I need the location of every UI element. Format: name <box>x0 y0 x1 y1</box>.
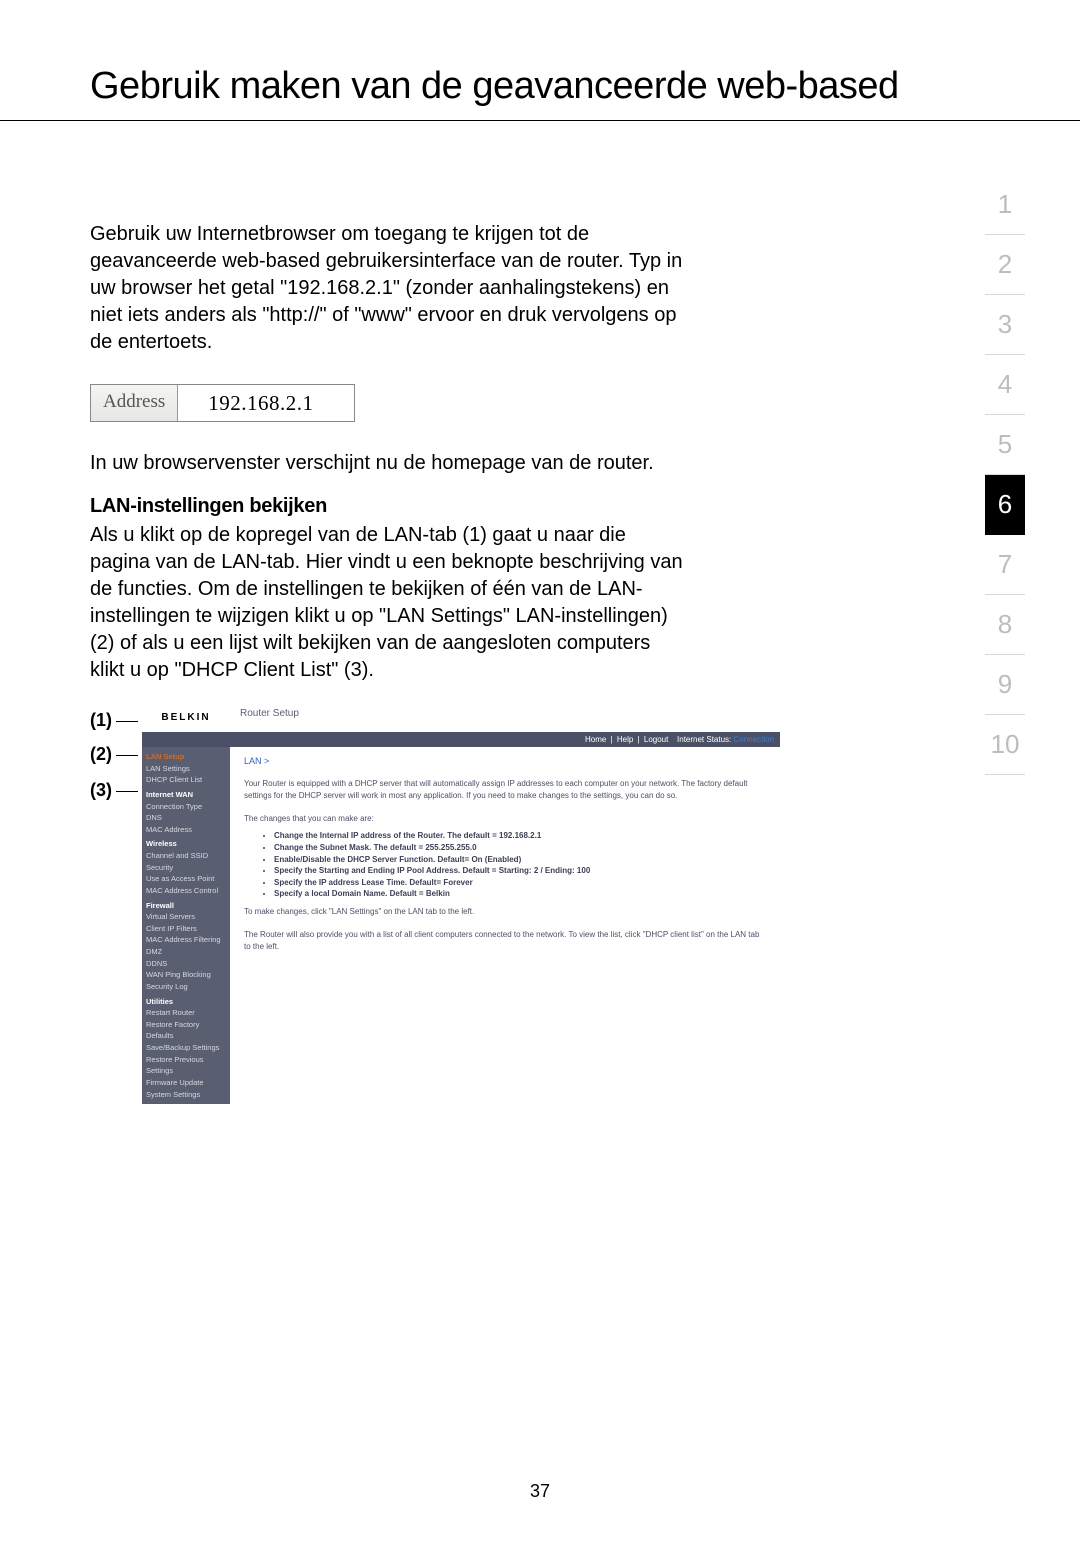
lan-subheading: LAN-instellingen bekijken <box>90 495 690 518</box>
sb-lan-settings[interactable]: LAN Settings <box>146 763 226 775</box>
router-topbar: Home | Help | Logout Internet Status: Co… <box>142 732 780 747</box>
sb-conn-type[interactable]: Connection Type <box>146 801 226 813</box>
router-main: LAN > Your Router is equipped with a DHC… <box>230 747 780 1104</box>
nav-1[interactable]: 1 <box>985 175 1025 235</box>
sb-security[interactable]: Security <box>146 862 226 874</box>
page-number: 37 <box>0 1481 1080 1502</box>
callout-1: (1) <box>90 710 138 731</box>
router-desc1: Your Router is equipped with a DHCP serv… <box>244 778 766 801</box>
bullet-2: Change the Subnet Mask. The default = 25… <box>274 842 766 854</box>
sb-wireless[interactable]: Wireless <box>146 838 226 850</box>
callout-2: (2) <box>90 744 138 765</box>
bullet-3: Enable/Disable the DHCP Server Function.… <box>274 854 766 866</box>
router-logo: BELKIN <box>142 702 230 732</box>
intro-paragraph: Gebruik uw Internetbrowser om toegang te… <box>90 221 690 356</box>
topbar-help[interactable]: Help <box>617 735 633 744</box>
bullet-4: Specify the Starting and Ending IP Pool … <box>274 865 766 877</box>
sb-restore[interactable]: Restore Factory Defaults <box>146 1019 226 1042</box>
sb-utilities[interactable]: Utilities <box>146 996 226 1008</box>
bullet-6: Specify a local Domain Name. Default = B… <box>274 888 766 900</box>
router-desc4: The Router will also provide you with a … <box>244 929 766 952</box>
bullet-1: Change the Internal IP address of the Ro… <box>274 830 766 842</box>
router-sidebar: LAN Setup LAN Settings DHCP Client List … <box>142 747 230 1104</box>
nav-2[interactable]: 2 <box>985 235 1025 295</box>
sb-ddns[interactable]: DDNS <box>146 958 226 970</box>
router-breadcrumb[interactable]: LAN > <box>244 755 766 768</box>
sb-save[interactable]: Save/Backup Settings <box>146 1042 226 1054</box>
sb-sys[interactable]: System Settings <box>146 1089 226 1101</box>
nav-7[interactable]: 7 <box>985 535 1025 595</box>
sb-chan-ssid[interactable]: Channel and SSID <box>146 850 226 862</box>
sb-mac[interactable]: MAC Address <box>146 824 226 836</box>
nav-4[interactable]: 4 <box>985 355 1025 415</box>
sb-dhcp-list[interactable]: DHCP Client List <box>146 774 226 786</box>
sb-internet-wan[interactable]: Internet WAN <box>146 789 226 801</box>
sb-prev[interactable]: Restore Previous Settings <box>146 1054 226 1077</box>
sb-fw[interactable]: Firmware Update <box>146 1077 226 1089</box>
section-nav: 1 2 3 4 5 6 7 8 9 10 <box>985 175 1025 775</box>
router-setup-title: Router Setup <box>230 702 780 732</box>
main-content: Gebruik uw Internetbrowser om toegang te… <box>0 121 780 1104</box>
topbar-status-value: Connection <box>734 735 774 744</box>
nav-5[interactable]: 5 <box>985 415 1025 475</box>
nav-10[interactable]: 10 <box>985 715 1025 775</box>
sb-virt[interactable]: Virtual Servers <box>146 911 226 923</box>
page-title: Gebruik maken van de geavanceerde web-ba… <box>0 0 1080 121</box>
callout-3: (3) <box>90 780 138 801</box>
sb-dmz[interactable]: DMZ <box>146 946 226 958</box>
router-screenshot: (1) (2) (3) BELKIN Router Setup Home | H… <box>90 702 780 1104</box>
router-ui: BELKIN Router Setup Home | Help | Logout… <box>142 702 780 1104</box>
sb-firewall[interactable]: Firewall <box>146 900 226 912</box>
nav-6[interactable]: 6 <box>985 475 1025 535</box>
after-address-text: In uw browservenster verschijnt nu de ho… <box>90 450 690 477</box>
nav-9[interactable]: 9 <box>985 655 1025 715</box>
sb-restart[interactable]: Restart Router <box>146 1007 226 1019</box>
nav-8[interactable]: 8 <box>985 595 1025 655</box>
sb-lan-setup[interactable]: LAN Setup <box>146 751 226 763</box>
lan-paragraph: Als u klikt op de kopregel van de LAN-ta… <box>90 522 690 684</box>
sb-client-ip[interactable]: Client IP Filters <box>146 923 226 935</box>
sb-dns[interactable]: DNS <box>146 812 226 824</box>
router-bullets: Change the Internal IP address of the Ro… <box>274 830 766 900</box>
sb-wan-ping[interactable]: WAN Ping Blocking <box>146 969 226 981</box>
address-value: 192.168.2.1 <box>178 385 353 421</box>
topbar-home[interactable]: Home <box>585 735 606 744</box>
router-desc3: To make changes, click "LAN Settings" on… <box>244 906 766 918</box>
bullet-5: Specify the IP address Lease Time. Defau… <box>274 877 766 889</box>
sb-use-ap[interactable]: Use as Access Point <box>146 873 226 885</box>
address-bar: Address 192.168.2.1 <box>90 384 355 422</box>
sb-mac-filter[interactable]: MAC Address Filtering <box>146 934 226 946</box>
nav-3[interactable]: 3 <box>985 295 1025 355</box>
sb-sec-log[interactable]: Security Log <box>146 981 226 993</box>
address-label: Address <box>91 385 178 421</box>
sb-mac-ctrl[interactable]: MAC Address Control <box>146 885 226 897</box>
router-desc2: The changes that you can make are: <box>244 813 766 825</box>
topbar-logout[interactable]: Logout <box>644 735 668 744</box>
topbar-status-label: Internet Status: <box>677 735 731 744</box>
